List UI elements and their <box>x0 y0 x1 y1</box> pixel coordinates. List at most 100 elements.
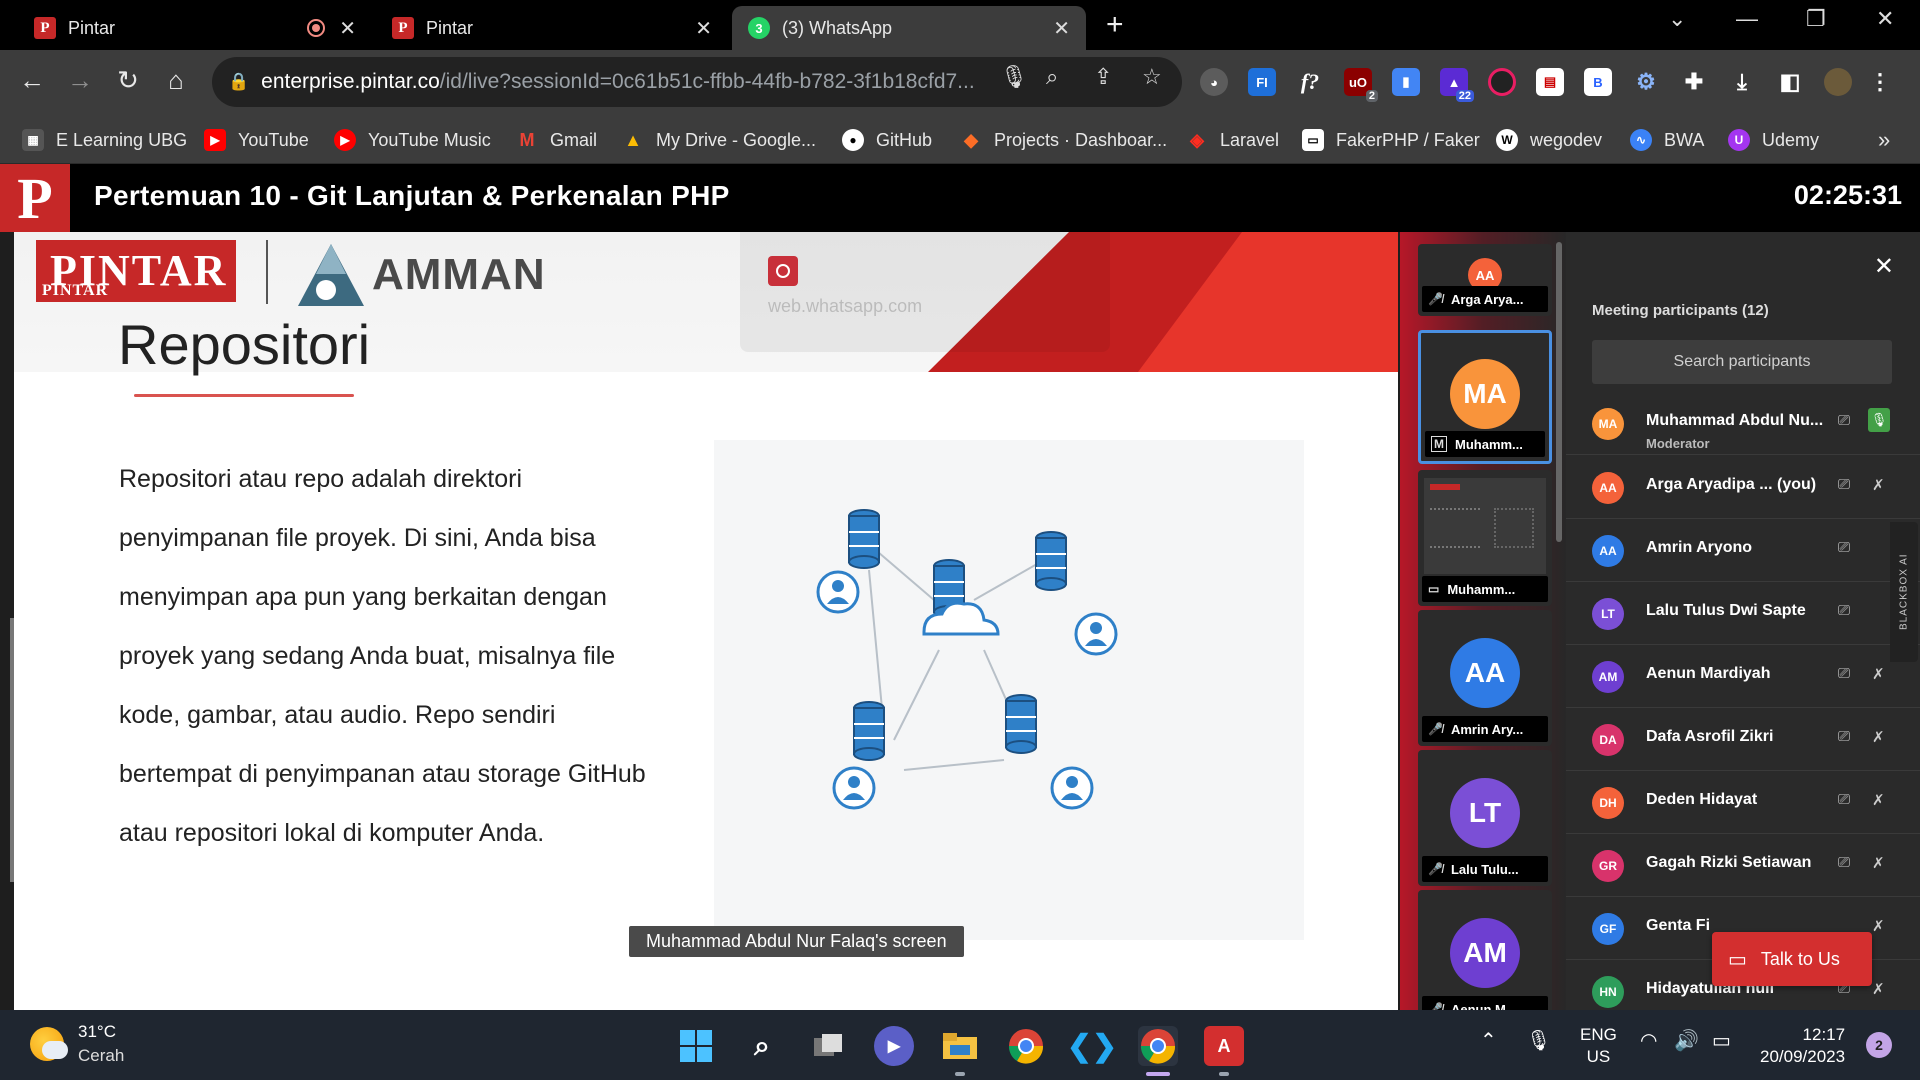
extension-purple-icon[interactable]: ▲ 22 <box>1440 68 1474 102</box>
share-icon[interactable]: ⇪ <box>1094 64 1112 90</box>
tab-pintar[interactable]: P Pintar ✕ <box>376 6 728 50</box>
tab-pintar-recording[interactable]: P Pintar ✕ <box>18 6 372 50</box>
mic-muted-icon[interactable]: ✗ <box>1872 476 1885 494</box>
minimize-button[interactable]: — <box>1736 6 1758 32</box>
forward-button[interactable]: → <box>62 65 98 96</box>
extension-circle-icon[interactable] <box>1488 68 1516 96</box>
bookmark-star-icon[interactable]: ☆ <box>1142 64 1162 90</box>
zoom-icon[interactable]: ⌕ <box>1046 64 1058 90</box>
participant-row[interactable]: DA Dafa Asrofil Zikri ⎚ ✗ <box>1566 708 1920 771</box>
teams-chat-icon[interactable]: ▶ <box>874 1026 914 1066</box>
file-explorer-icon[interactable] <box>940 1026 980 1066</box>
profile-avatar[interactable] <box>1824 68 1852 96</box>
lock-icon[interactable]: 🔒 <box>228 72 249 92</box>
bookmark-google-drive[interactable]: ▲ My Drive - Google... <box>622 124 816 156</box>
participant-row[interactable]: GR Gagah Rizki Setiawan ⎚ ✗ <box>1566 834 1920 897</box>
search-icon[interactable]: ⌕ <box>742 1026 782 1066</box>
participant-row[interactable]: AA Arga Aryadipa ... (you) ⎚ ✗ <box>1566 456 1920 519</box>
bookmark-udemy[interactable]: U Udemy <box>1728 124 1819 156</box>
language-indicator[interactable]: ENG US <box>1580 1024 1617 1068</box>
mic-muted-icon[interactable]: ✗ <box>1872 665 1885 683</box>
url-text[interactable]: enterprise.pintar.co/id/live?sessionId=0… <box>261 70 981 94</box>
ublock-icon[interactable]: uO 2 <box>1344 68 1378 102</box>
camera-off-icon[interactable]: ⎚ <box>1838 539 1850 556</box>
tray-overflow-icon[interactable]: ⌃ <box>1480 1028 1497 1053</box>
search-participants-input[interactable] <box>1592 340 1892 384</box>
extension-calendar-icon[interactable]: ▤ <box>1536 68 1564 96</box>
participant-row[interactable]: MA Muhammad Abdul Nu... Moderator ⎚ 🎙 <box>1566 392 1920 455</box>
extension-eyes-icon[interactable]: ◕ <box>1200 68 1228 96</box>
participant-tile[interactable]: AA 🎤̸ Arga Arya... <box>1418 244 1552 316</box>
tab-search-icon[interactable]: ⌄ <box>1668 6 1686 32</box>
camera-off-icon[interactable]: ⎚ <box>1838 602 1850 619</box>
battery-icon[interactable]: ▭ <box>1712 1028 1731 1053</box>
chrome-icon[interactable] <box>1006 1026 1046 1066</box>
download-icon[interactable]: ⤓ <box>1728 68 1756 96</box>
notification-badge[interactable]: 2 <box>1866 1032 1892 1058</box>
mic-muted-icon[interactable]: ✗ <box>1872 854 1885 872</box>
camera-off-icon[interactable]: ⎚ <box>1838 665 1850 682</box>
close-tab-icon[interactable]: ✕ <box>1053 16 1070 41</box>
bookmark-e-learning[interactable]: ▦ E Learning UBG <box>22 124 187 156</box>
mic-muted-icon[interactable]: ✗ <box>1872 980 1885 998</box>
wifi-icon[interactable]: ◠ <box>1640 1028 1657 1053</box>
extension-docs-icon[interactable]: ▮ <box>1392 68 1420 96</box>
bookmark-fakerphp[interactable]: ▭ FakerPHP / Faker <box>1302 124 1480 156</box>
extension-gear-icon[interactable]: ⚙ <box>1632 68 1660 96</box>
extensions-puzzle-icon[interactable]: ✚ <box>1680 68 1708 96</box>
tiles-scrollbar[interactable] <box>1556 242 1562 542</box>
home-button[interactable]: ⌂ <box>158 65 194 96</box>
participant-row[interactable]: AA Amrin Aryono ⎚ <box>1566 519 1920 582</box>
new-tab-button[interactable]: + <box>1106 8 1124 42</box>
address-bar[interactable]: 🔒 enterprise.pintar.co/id/live?sessionId… <box>212 57 1182 107</box>
mic-muted-icon[interactable]: ✗ <box>1872 917 1885 935</box>
bookmark-github[interactable]: ● GitHub <box>842 124 932 156</box>
weather-widget[interactable]: 31°C Cerah <box>30 1022 124 1066</box>
camera-off-icon[interactable]: ⎚ <box>1838 412 1850 429</box>
mic-muted-icon[interactable]: ✗ <box>1872 791 1885 809</box>
camera-off-icon[interactable]: ⎚ <box>1838 791 1850 808</box>
acrobat-icon[interactable]: A <box>1204 1026 1244 1066</box>
blackbox-ai-tab[interactable]: BLACKBOX AI <box>1890 522 1918 662</box>
camera-off-icon[interactable]: ⎚ <box>1838 728 1850 745</box>
bookmark-gmail[interactable]: M Gmail <box>516 124 598 156</box>
bookmark-youtube[interactable]: ▶ YouTube <box>204 124 309 156</box>
participant-tile[interactable]: LT 🎤̸ Lalu Tulu... <box>1418 750 1552 886</box>
participant-tile-active[interactable]: MA M Muhamm... <box>1418 330 1552 464</box>
participant-row[interactable]: DH Deden Hidayat ⎚ ✗ <box>1566 771 1920 834</box>
chrome-profile-icon[interactable] <box>1138 1026 1178 1066</box>
reload-button[interactable]: ↻ <box>110 65 146 96</box>
vscode-icon[interactable]: ❮❯ <box>1067 1026 1117 1066</box>
bookmark-bwa[interactable]: ∿ BWA <box>1630 124 1704 156</box>
volume-icon[interactable]: 🔊 <box>1674 1028 1699 1053</box>
bookmark-youtube-music[interactable]: ▶ YouTube Music <box>334 124 491 156</box>
side-panel-icon[interactable]: ◧ <box>1776 68 1804 96</box>
participant-tile[interactable]: AM 🎤̸ Aenun M... <box>1418 890 1552 1010</box>
close-window-button[interactable]: ✕ <box>1876 6 1894 32</box>
mic-muted-icon[interactable]: ✗ <box>1872 728 1885 746</box>
windows-start-icon[interactable] <box>676 1026 716 1066</box>
participant-tile[interactable]: AA 🎤̸ Amrin Ary... <box>1418 610 1552 746</box>
close-panel-icon[interactable]: ✕ <box>1874 252 1894 281</box>
extension-fi-icon[interactable]: FI <box>1248 68 1276 96</box>
participant-tile-screen[interactable]: ▭ Muhamm... <box>1418 470 1552 606</box>
menu-kebab-icon[interactable]: ⋮ <box>1866 68 1894 96</box>
system-clock[interactable]: 12:17 20/09/2023 <box>1760 1024 1845 1068</box>
back-button[interactable]: ← <box>14 65 50 96</box>
record-button[interactable] <box>768 256 798 286</box>
camera-off-icon[interactable]: ⎚ <box>1838 854 1850 871</box>
camera-off-icon[interactable]: ⎚ <box>1838 476 1850 493</box>
bookmark-laravel[interactable]: ◈ Laravel <box>1186 124 1279 156</box>
microphone-icon[interactable]: 🎙 <box>1000 64 1028 90</box>
close-tab-icon[interactable]: ✕ <box>339 16 356 41</box>
bookmark-wegodev[interactable]: Wwegodev <box>1496 124 1602 156</box>
talk-to-us-button[interactable]: ▭ Talk to Us <box>1712 932 1872 986</box>
extension-function-icon[interactable]: f? <box>1296 68 1324 96</box>
tab-whatsapp[interactable]: 3 (3) WhatsApp ✕ <box>732 6 1086 50</box>
extension-b-icon[interactable]: B <box>1584 68 1612 96</box>
tray-microphone-icon[interactable]: 🎙 <box>1526 1028 1551 1053</box>
participant-row[interactable]: LT Lalu Tulus Dwi Sapte ⎚ <box>1566 582 1920 645</box>
participant-row[interactable]: AM Aenun Mardiyah ⎚ ✗ <box>1566 645 1920 708</box>
mic-on-icon[interactable]: 🎙 <box>1868 408 1890 432</box>
restore-button[interactable]: ❐ <box>1806 6 1826 32</box>
